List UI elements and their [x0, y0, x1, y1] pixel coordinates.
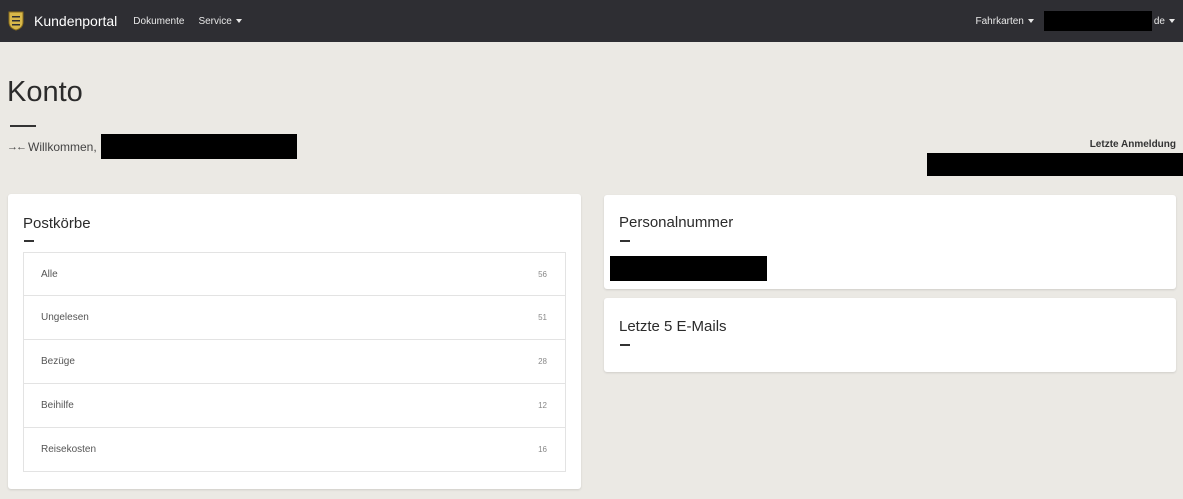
caret-down-icon	[235, 19, 242, 23]
mailbox-count: 12	[538, 401, 547, 410]
postkoerbe-title-underline	[24, 240, 34, 242]
personalnummer-title: Personalnummer	[619, 214, 734, 231]
title-underline	[10, 125, 36, 127]
caret-down-icon	[1169, 19, 1175, 23]
caret-down-icon	[1027, 19, 1034, 23]
mailbox-count: 16	[538, 445, 547, 454]
postkoerbe-list: Alle 56 Ungelesen 51 Bezüge 28 Beihilfe …	[23, 252, 566, 472]
welcome-text: Willkommen,	[28, 139, 97, 154]
welcome-line: →← Willkommen,	[7, 134, 297, 159]
brand-name: Kundenportal	[34, 13, 118, 29]
emails-title: Letzte 5 E-Mails	[619, 318, 727, 335]
mailbox-item-bezuege[interactable]: Bezüge 28	[23, 340, 566, 384]
mailbox-label: Beihilfe	[41, 400, 74, 411]
personalnummer-title-underline	[620, 240, 630, 242]
emails-title-underline	[620, 344, 630, 346]
user-menu-dropdown[interactable]: de	[1043, 11, 1175, 31]
mailbox-label: Alle	[41, 268, 58, 280]
mailbox-label: Reisekosten	[41, 444, 97, 455]
redacted-username	[1043, 11, 1152, 31]
user-menu-suffix: de	[1153, 15, 1165, 27]
postkoerbe-title: Postkörbe	[23, 215, 91, 232]
nav-service-dropdown[interactable]: Service	[198, 15, 242, 27]
personalnummer-panel: Personalnummer	[604, 195, 1176, 289]
top-navbar: Kundenportal Dokumente Service Fahrkarte…	[0, 0, 1183, 42]
emails-panel: Letzte 5 E-Mails	[604, 298, 1176, 372]
redacted-user-name	[100, 134, 297, 159]
postkoerbe-panel: Postkörbe Alle 56 Ungelesen 51 Bezüge 28…	[8, 194, 581, 489]
nav-fahrkarten-dropdown[interactable]: Fahrkarten	[976, 16, 1034, 27]
nav-fahrkarten-label: Fahrkarten	[975, 15, 1024, 27]
page-title: Konto	[7, 76, 83, 108]
coat-of-arms-logo-icon	[8, 11, 24, 31]
last-login-label: Letzte Anmeldung	[1089, 139, 1176, 150]
mailbox-count: 51	[538, 313, 547, 322]
mailbox-item-alle[interactable]: Alle 56	[23, 252, 566, 296]
nav-service-label: Service	[198, 15, 232, 27]
mailbox-item-ungelesen[interactable]: Ungelesen 51	[23, 296, 566, 340]
mailbox-label: Bezüge	[41, 356, 75, 367]
mailbox-count: 56	[538, 269, 547, 279]
redacted-last-login	[927, 153, 1183, 176]
mailbox-label: Ungelesen	[41, 312, 89, 323]
mailbox-item-reisekosten[interactable]: Reisekosten 16	[23, 428, 566, 472]
handshake-icon: →←	[7, 140, 27, 153]
mailbox-item-beihilfe[interactable]: Beihilfe 12	[23, 384, 566, 428]
brand[interactable]: Kundenportal	[8, 11, 117, 31]
nav-dokumente[interactable]: Dokumente	[133, 16, 184, 27]
redacted-personalnummer	[610, 256, 767, 281]
mailbox-count: 28	[538, 357, 547, 366]
